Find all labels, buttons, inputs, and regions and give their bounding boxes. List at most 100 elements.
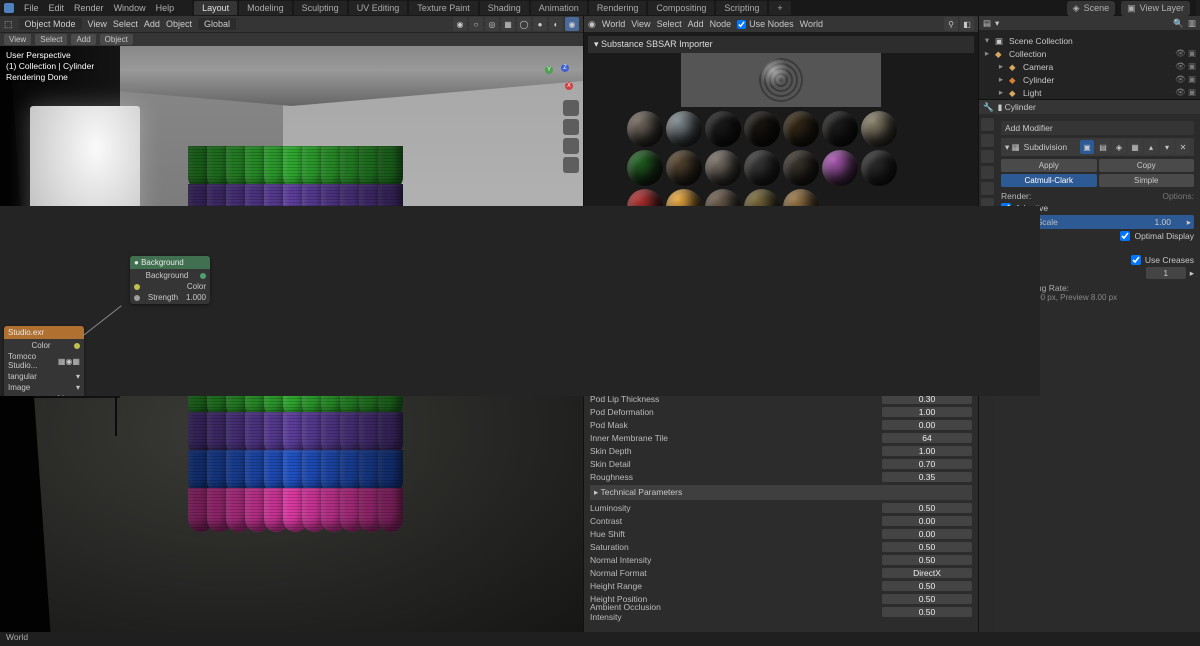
ne-menu-add[interactable]: Add [688, 19, 704, 29]
blender-logo-icon[interactable] [4, 3, 14, 13]
vp-sub-view[interactable]: View [4, 34, 31, 45]
channel-metallic[interactable]: metallicBit depth:8▾ ▴▾ [590, 258, 972, 270]
material-sphere[interactable] [666, 189, 702, 225]
tab-particles-icon[interactable] [981, 230, 994, 243]
param-tile[interactable]: Tile6 [590, 367, 972, 379]
material-sphere[interactable] [861, 150, 897, 186]
props-type-icon[interactable]: 🔧 [983, 102, 994, 113]
shader-slot-dropdown[interactable]: World [602, 19, 625, 29]
tab-object-icon[interactable] [981, 198, 994, 211]
tab-physics-icon[interactable] [981, 246, 994, 259]
param-pod-toggle[interactable]: Pod Toggle [590, 354, 972, 366]
restrict-icon[interactable]: ▣ [1188, 74, 1196, 85]
vp-sub-object[interactable]: Object [100, 34, 133, 45]
xray-toggle-icon[interactable]: ▦ [501, 17, 515, 31]
param-pod deformation[interactable]: Pod Deformation1.00 [590, 406, 972, 418]
ne-menu-node[interactable]: Node [710, 19, 732, 29]
tab-viewlayer-icon[interactable] [981, 150, 994, 163]
techparam-hue shift[interactable]: Hue Shift0.00 [590, 528, 972, 540]
overlay-toggle-icon[interactable]: ◎ [485, 17, 499, 31]
channel-scattering[interactable]: scatteringBit depth:8▾ ▴▾ [590, 297, 972, 309]
tab-rendering[interactable]: Rendering [589, 1, 647, 15]
tab-shading[interactable]: Shading [480, 1, 529, 15]
tab-compositing[interactable]: Compositing [648, 1, 714, 15]
material-sphere[interactable] [627, 111, 663, 147]
param-inner membrane tile[interactable]: Inner Membrane Tile64 [590, 432, 972, 444]
restrict-icon[interactable]: ▣ [1188, 87, 1196, 98]
restrict-icon[interactable]: ▣ [1188, 61, 1196, 72]
dicing-scale-field[interactable]: ◂ Dicing Scale1.00 ▸ [1001, 215, 1194, 229]
menu-render[interactable]: Render [74, 3, 104, 13]
channel-roughness[interactable]: roughnessBit depth:8▾ ▴▾ [590, 245, 972, 257]
eye-icon[interactable]: 👁 [1175, 61, 1186, 72]
param-pod lip thickness[interactable]: Pod Lip Thickness0.30 [590, 393, 972, 405]
param-roughness[interactable]: Roughness0.35 [590, 471, 972, 483]
snap-toggle-icon[interactable]: ◉ [453, 17, 467, 31]
vp-menu-view[interactable]: View [88, 19, 107, 29]
shading-rendered-icon[interactable]: ◉ [565, 17, 579, 31]
tab-texture-paint[interactable]: Texture Paint [409, 1, 478, 15]
param-pod size[interactable]: Pod Size0.50 [590, 380, 972, 392]
proportional-edit-icon[interactable]: ○ [469, 17, 483, 31]
shading-matprev-icon[interactable]: ◐ [549, 17, 563, 31]
tab-data-icon[interactable] [981, 278, 994, 291]
techparam-contrast[interactable]: Contrast0.00 [590, 515, 972, 527]
copy-button[interactable]: Copy [1099, 159, 1195, 172]
add-modifier-button[interactable]: Add Modifier [1001, 121, 1194, 135]
viewlayer-dropdown[interactable]: ▣View Layer [1121, 1, 1190, 16]
outliner-item-camera[interactable]: ▸◆Camera👁▣ [983, 60, 1196, 73]
pin-icon[interactable]: ⚲ [944, 17, 958, 31]
tab-world-icon[interactable] [981, 182, 994, 195]
ne-menu-select[interactable]: Select [657, 19, 682, 29]
mod-move-down-icon[interactable]: ▾ [1160, 140, 1174, 154]
editor-type-icon[interactable]: ⬚ [4, 19, 13, 30]
material-sphere[interactable] [627, 189, 663, 225]
material-sphere[interactable] [666, 150, 702, 186]
viewport-canvas[interactable]: User Perspective (1) Collection | Cylind… [0, 46, 583, 632]
breadcrumb-object[interactable]: ▮ Cylinder [998, 102, 1036, 113]
mod-render-icon[interactable]: ◈ [1112, 140, 1126, 154]
scene-dropdown[interactable]: ◈Scene [1067, 1, 1115, 16]
outliner-search-icon[interactable]: 🔍 [1173, 18, 1184, 29]
tab-constraints-icon[interactable] [981, 262, 994, 275]
outliner-type-icon[interactable]: ▤ [983, 18, 991, 29]
editor-type-icon[interactable]: ◉ [588, 19, 596, 30]
tab-material-icon[interactable] [981, 294, 994, 307]
shading-wireframe-icon[interactable]: ◯ [517, 17, 531, 31]
param-pod color[interactable]: Pod Color [590, 341, 972, 353]
material-sphere[interactable] [783, 189, 819, 225]
tab-add-workspace[interactable]: + [769, 1, 790, 15]
material-sphere[interactable] [783, 111, 819, 147]
eye-icon[interactable]: 👁 [1175, 74, 1186, 85]
shading-solid-icon[interactable]: ● [533, 17, 547, 31]
outliner-item-light[interactable]: ▸◆Light👁▣ [983, 86, 1196, 99]
material-sphere[interactable] [705, 189, 741, 225]
tab-scripting[interactable]: Scripting [716, 1, 767, 15]
optimal-display-checkbox[interactable]: Optimal Display [1001, 231, 1194, 241]
vp-sub-add[interactable]: Add [71, 34, 95, 45]
tech-params-header[interactable]: ▸ Technical Parameters [590, 485, 972, 500]
vp-menu-select[interactable]: Select [113, 19, 138, 29]
techparam-height range[interactable]: Height Range0.50 [590, 580, 972, 592]
use-creases-checkbox[interactable]: Use Creases [1001, 255, 1194, 265]
techparam-normal intensity[interactable]: Normal Intensity0.50 [590, 554, 972, 566]
menu-edit[interactable]: Edit [49, 3, 65, 13]
mod-edit-icon[interactable]: ▤ [1096, 140, 1110, 154]
subdivision-modifier-header[interactable]: ▾ ▦Subdivision ▣ ▤ ◈ ▦ ▴ ▾ ✕ [1001, 138, 1194, 156]
channel-ambientocclusion[interactable]: ambientocclusionBit depth:8▾ ▴▾ [590, 284, 972, 296]
material-sphere[interactable] [861, 111, 897, 147]
tab-output-icon[interactable] [981, 134, 994, 147]
channel-glossiness[interactable]: glossinessBit depth:8▾ ▴▾ [590, 232, 972, 244]
material-sphere[interactable] [666, 111, 702, 147]
material-sphere[interactable] [822, 150, 858, 186]
mod-realtime-icon[interactable]: ▣ [1080, 140, 1094, 154]
material-sphere[interactable] [705, 150, 741, 186]
param-main color[interactable]: Main Color [590, 328, 972, 340]
tab-texture-icon[interactable] [981, 310, 994, 323]
ne-unknown-icon[interactable]: ◧ [960, 17, 974, 31]
outliner-scene-collection[interactable]: ▾▣Scene Collection [983, 34, 1196, 47]
techparam-ambient occlusion intensity[interactable]: Ambient Occlusion Intensity0.50 [590, 606, 972, 618]
tab-scene-icon[interactable] [981, 166, 994, 179]
techparam-luminosity[interactable]: Luminosity0.50 [590, 502, 972, 514]
material-sphere[interactable] [627, 150, 663, 186]
